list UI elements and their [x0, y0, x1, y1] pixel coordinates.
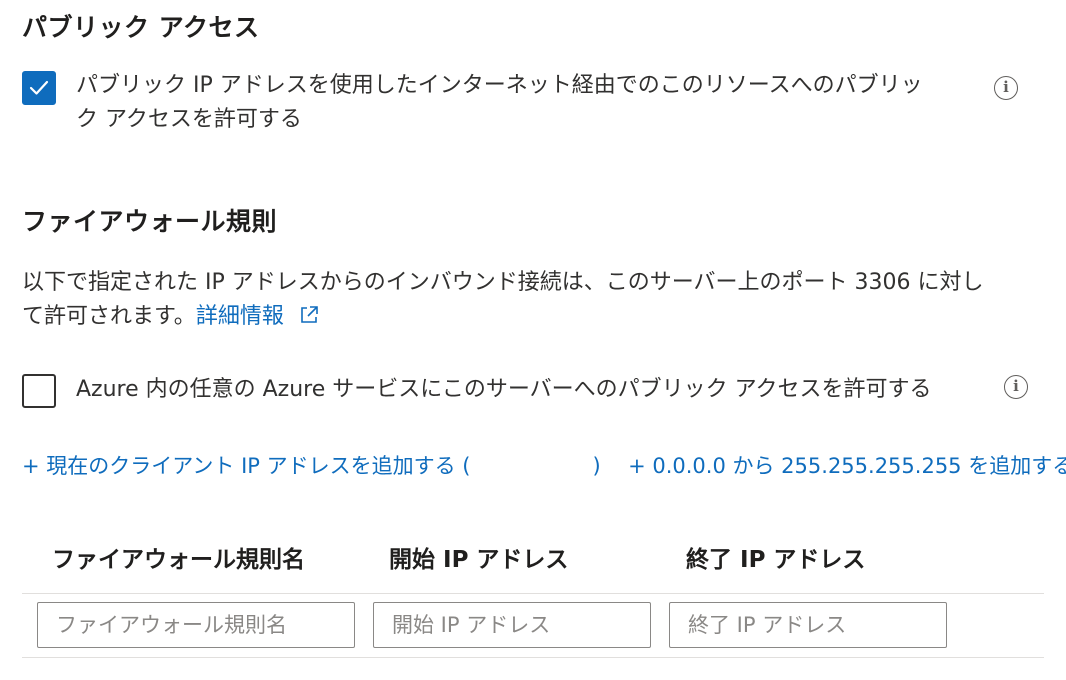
table-divider — [22, 593, 1044, 594]
rule-name-input[interactable] — [37, 602, 355, 648]
public-access-label: パブリック IP アドレスを使用したインターネット経由でのこのリソースへのパブリ… — [76, 73, 923, 132]
table-divider — [22, 657, 1044, 658]
info-icon[interactable]: i — [994, 76, 1018, 100]
firewall-heading: ファイアウォール規則 — [22, 207, 278, 236]
start-ip-input[interactable] — [373, 602, 651, 648]
add-full-range-link[interactable]: + 0.0.0.0 から 255.255.255.255 を追加する — [628, 454, 1066, 478]
public-access-checkbox[interactable] — [22, 71, 56, 105]
learn-more-link[interactable]: 詳細情報 — [196, 304, 284, 329]
azure-services-label: Azure 内の任意の Azure サービスにこのサーバーへのパブリック アクセ… — [76, 377, 932, 402]
add-client-ip-link[interactable]: + 現在のクライアント IP アドレスを追加する () — [22, 454, 601, 478]
add-rule-links: + 現在のクライアント IP アドレスを追加する () + 0.0.0.0 から… — [22, 450, 1066, 482]
checkmark-icon — [29, 80, 49, 95]
firewall-description: 以下で指定された IP アドレスからのインバウンド接続は、このサーバー上のポート… — [22, 270, 984, 329]
column-header-end-ip: 終了 IP アドレス — [686, 547, 866, 573]
external-link-icon[interactable] — [298, 304, 320, 326]
column-header-start-ip: 開始 IP アドレス — [389, 547, 569, 573]
info-icon[interactable]: i — [1004, 375, 1028, 399]
end-ip-input[interactable] — [669, 602, 947, 648]
public-access-heading: パブリック アクセス — [22, 13, 260, 42]
azure-services-checkbox[interactable] — [22, 374, 56, 408]
column-header-rule-name: ファイアウォール規則名 — [52, 547, 305, 573]
